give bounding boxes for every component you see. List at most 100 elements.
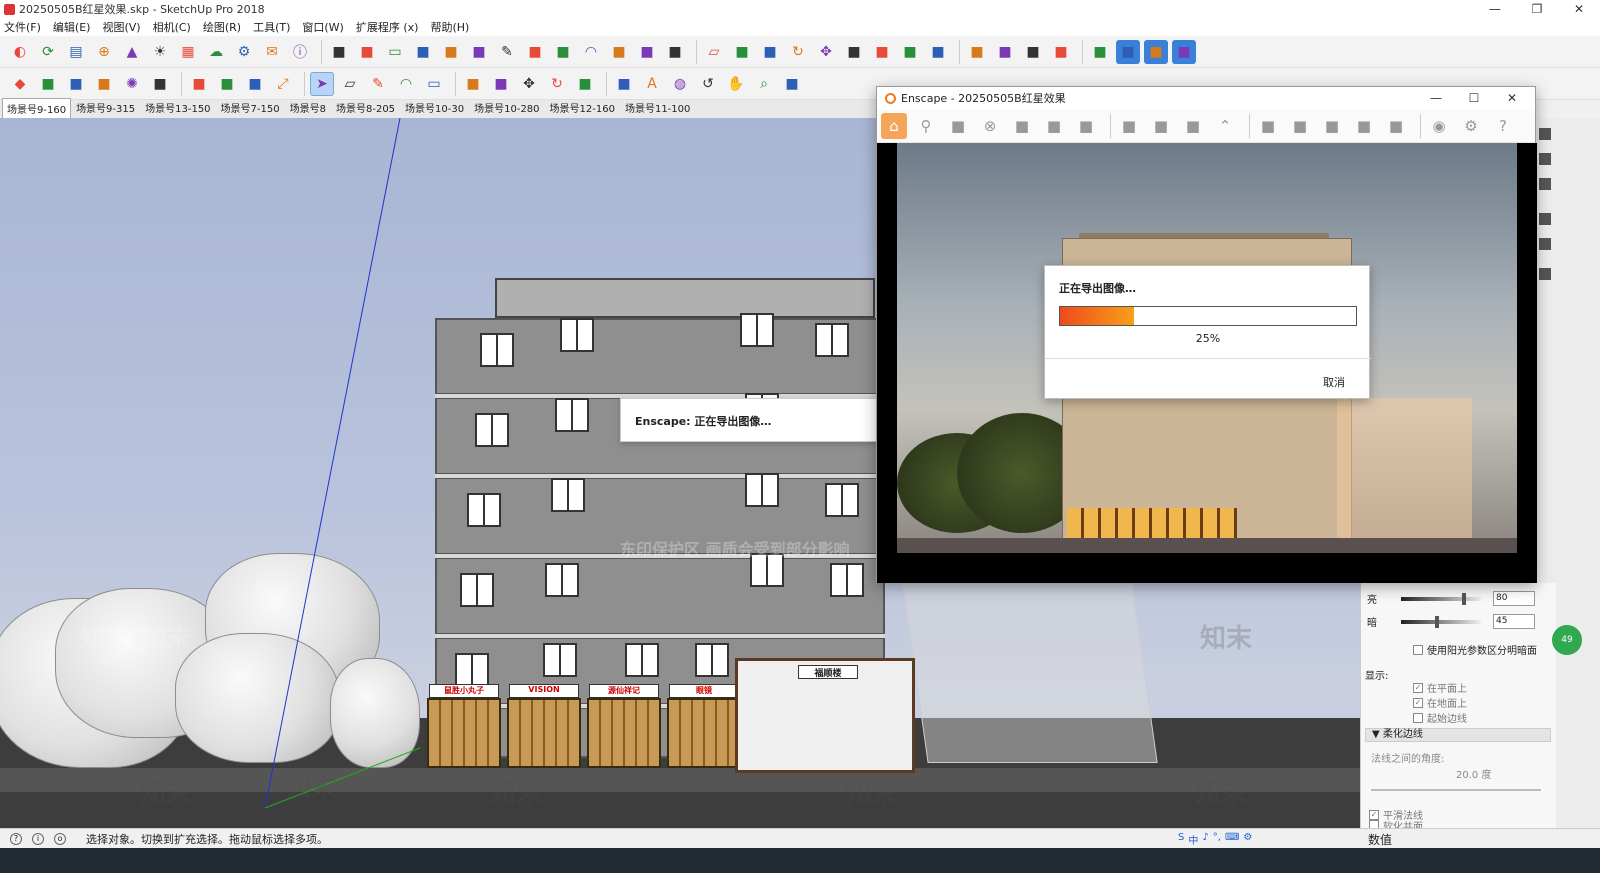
plugin-icon[interactable]: ■ [926,40,950,64]
close-button[interactable]: ✕ [1558,0,1600,18]
slider-thumb[interactable] [1461,592,1466,605]
maximize-button[interactable]: ❐ [1516,0,1558,18]
scene-tab[interactable]: 场景号8 [285,97,331,118]
pencil-icon[interactable]: ✎ [495,40,519,64]
zoom-icon[interactable]: ⌕ [752,72,776,96]
menu-extensions[interactable]: 扩展程序 (x) [356,19,419,35]
credits-icon[interactable]: i [32,832,44,845]
curve-icon[interactable]: ■ [551,40,575,64]
ime-punct-icon[interactable]: °, [1213,832,1221,847]
menu-file[interactable]: 文件(F) [4,19,41,35]
sun-shading-checkbox[interactable]: 使用阳光参数区分明暗面 [1413,642,1537,657]
minimize-button[interactable]: — [1474,0,1516,18]
tree-icon[interactable]: ▲ [120,40,144,64]
soften-edges-header[interactable]: ▼ 柔化边线 [1365,728,1551,742]
tray-icon[interactable] [1539,128,1551,140]
asset-icon[interactable]: ■ [1009,113,1035,139]
knife-icon[interactable]: ■ [523,40,547,64]
ime-logo-icon[interactable]: S [1178,832,1184,847]
view-icon[interactable]: ■ [1116,39,1140,64]
tape-icon[interactable]: ■ [148,72,172,96]
sword-icon[interactable]: ■ [993,40,1017,64]
enscape-maximize-button[interactable]: ☐ [1455,87,1493,109]
enscape-close-button[interactable]: ✕ [1493,87,1531,109]
settings-icon[interactable]: ⚙ [1458,113,1484,139]
tag-icon[interactable]: ■ [64,72,88,96]
arc-icon[interactable]: ◠ [394,72,418,96]
checkbox-box[interactable]: ✓ [1413,697,1423,708]
ime-settings-icon[interactable]: ⚙ [1243,832,1252,847]
slider-thumb[interactable] [1435,615,1440,628]
dark-value-input[interactable]: 45 [1493,614,1535,629]
ruler-icon[interactable]: ■ [467,40,491,64]
menu-help[interactable]: 帮助(H) [430,19,469,35]
checkbox-box[interactable]: ✓ [1413,682,1423,693]
chevron-up-icon[interactable]: ⌃ [1212,113,1238,139]
checker-icon[interactable]: ▦ [176,40,200,64]
performance-badge[interactable]: 49 [1552,625,1582,655]
clapper-icon[interactable]: ■ [1073,113,1099,139]
vr-icon[interactable]: ■ [1383,113,1409,139]
screenshot-icon[interactable]: ■ [1116,113,1142,139]
checkbox-box[interactable]: ✓ [1369,809,1379,820]
eraser-icon[interactable]: ▱ [702,40,726,64]
scene-tab[interactable]: 场景号9-160 [2,98,72,118]
text-icon[interactable]: A [640,72,664,96]
home-icon[interactable]: ⌂ [881,112,907,139]
arc-icon[interactable]: ◠ [579,40,603,64]
cube-icon[interactable]: ■ [327,40,351,64]
tray-icon[interactable] [1539,178,1551,190]
angle-slider[interactable] [1371,789,1541,791]
follow-me-icon[interactable]: ■ [489,72,513,96]
plus-circle-icon[interactable]: ⊕ [92,40,116,64]
cloud-upload-icon[interactable]: ☁ [204,40,228,64]
rect-icon[interactable]: ▭ [383,40,407,64]
from-edges-checkbox[interactable]: 起始边线 [1413,710,1467,725]
help-icon[interactable]: ? [1490,113,1516,139]
fence-icon[interactable]: ■ [411,40,435,64]
enscape-minimize-button[interactable]: — [1417,87,1455,109]
orbit-icon[interactable]: ↺ [696,72,720,96]
info-icon[interactable]: ⓘ [288,40,312,64]
user-icon[interactable]: o [54,832,66,845]
pin-icon[interactable]: ■ [965,40,989,64]
ime-moon-icon[interactable]: ♪ [1202,832,1208,847]
select-icon[interactable]: ➤ [310,71,334,96]
scene-tab[interactable]: 场景号12-160 [545,97,620,118]
view-iso-icon[interactable]: ■ [1144,39,1168,64]
map-pin-icon[interactable]: ⚲ [913,113,939,139]
batch-render-icon[interactable]: ■ [1148,113,1174,139]
chart-icon[interactable]: ■ [1351,113,1377,139]
menu-view[interactable]: 视图(V) [102,19,140,35]
path-icon[interactable]: ■ [607,40,631,64]
checkbox-box[interactable] [1413,712,1423,723]
tray-icon[interactable] [1539,213,1551,225]
layer-icon[interactable]: ■ [898,40,922,64]
checkbox-box[interactable] [1413,644,1423,655]
box3d-icon[interactable]: ■ [758,40,782,64]
resize-icon[interactable]: ⤢ [271,72,295,96]
su-app-icon[interactable]: ■ [1049,40,1073,64]
extrude-icon[interactable]: ■ [730,40,754,64]
box-icon[interactable]: ■ [355,40,379,64]
light-value-input[interactable]: 80 [1493,591,1535,606]
offset-icon[interactable]: ■ [842,40,866,64]
stairs-icon[interactable]: ■ [439,40,463,64]
zoom-extents-icon[interactable]: ■ [780,72,804,96]
scene-tab[interactable]: 场景号10-30 [400,97,469,118]
doc2-icon[interactable]: ■ [243,72,267,96]
rect-icon[interactable]: ▭ [422,72,446,96]
axis-icon[interactable]: ■ [1088,40,1112,64]
panorama-icon[interactable]: ■ [1180,113,1206,139]
eye-icon[interactable]: ◉ [1426,113,1452,139]
sun-icon[interactable]: ☀ [148,40,172,64]
ph-icon[interactable]: ■ [187,72,211,96]
scene-tab[interactable]: 场景号10-280 [469,97,544,118]
light-slider[interactable] [1401,592,1481,605]
ime-chinese-toggle[interactable]: 中 [1188,832,1198,847]
line-icon[interactable]: ■ [663,40,687,64]
menu-tools[interactable]: 工具(T) [253,19,290,35]
on-ground-checkbox[interactable]: ✓ 在地面上 [1413,695,1467,710]
gear-icon[interactable]: ⚙ [232,40,256,64]
cancel-button[interactable]: 取消 [1323,374,1345,390]
